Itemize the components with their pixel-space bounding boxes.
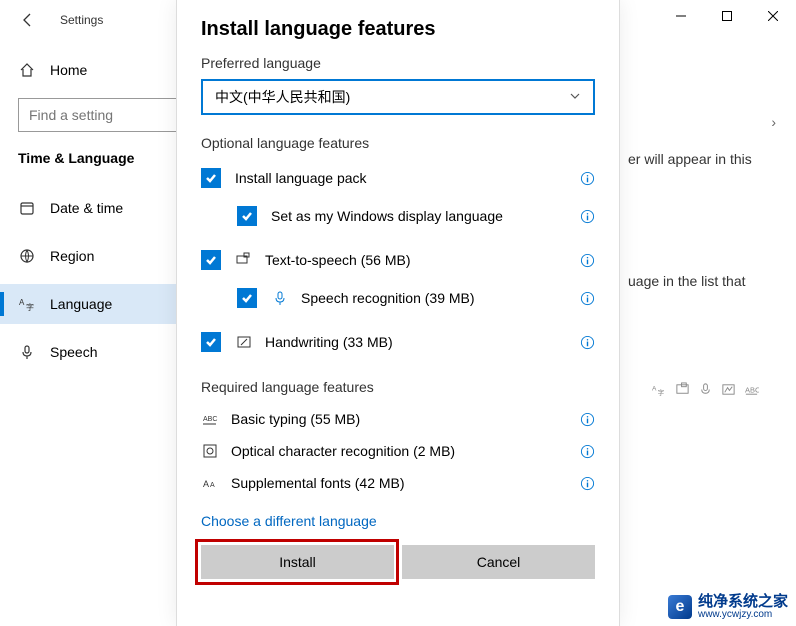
back-button[interactable]	[16, 8, 40, 32]
watermark-url: www.ycwjzy.com	[698, 609, 788, 620]
required-label: Optical character recognition (2 MB)	[231, 443, 455, 459]
required-row-fonts: AA Supplemental fonts (42 MB)	[201, 467, 595, 499]
required-features-header: Required language features	[201, 379, 595, 395]
handwriting-icon	[235, 333, 253, 351]
nav-label: Home	[50, 62, 87, 78]
backdrop-expand-icon: ›	[771, 114, 776, 130]
watermark-logo-icon: e	[668, 595, 692, 619]
info-icon[interactable]	[579, 170, 595, 186]
preferred-language-label: Preferred language	[201, 55, 595, 71]
tts-icon	[235, 251, 253, 269]
clock-icon	[18, 199, 36, 217]
svg-text:ABC: ABC	[745, 385, 759, 394]
dialog-title: Install language features	[201, 18, 595, 41]
svg-text:A: A	[19, 298, 25, 307]
svg-text:A: A	[210, 482, 215, 489]
info-icon[interactable]	[579, 475, 595, 491]
svg-text:A: A	[652, 385, 657, 392]
preferred-language-dropdown[interactable]: 中文(中华人民共和国)	[201, 79, 595, 115]
feature-row-handwriting: Handwriting (33 MB)	[201, 323, 595, 361]
feature-row-speech-recognition: Speech recognition (39 MB)	[201, 279, 595, 317]
checkbox-speech-recognition[interactable]	[237, 288, 257, 308]
fonts-icon: AA	[201, 474, 219, 492]
checkbox-language-pack[interactable]	[201, 168, 221, 188]
feature-label: Install language pack	[235, 170, 367, 186]
microphone-icon	[271, 289, 289, 307]
feature-label: Speech recognition (39 MB)	[301, 290, 475, 306]
watermark-name: 纯净系统之家	[698, 594, 788, 609]
optional-features-header: Optional language features	[201, 135, 595, 151]
ocr-icon	[201, 442, 219, 460]
nav-label: Speech	[50, 344, 97, 360]
feature-row-language-pack: Install language pack	[201, 159, 595, 197]
install-button[interactable]: Install	[201, 545, 394, 579]
feature-label: Handwriting (33 MB)	[265, 334, 393, 350]
feature-icon-strip: A字 ABC	[652, 382, 759, 397]
nav-label: Language	[50, 296, 112, 312]
checkbox-tts[interactable]	[201, 250, 221, 270]
info-icon[interactable]	[579, 208, 595, 224]
required-label: Supplemental fonts (42 MB)	[231, 475, 405, 491]
svg-text:字: 字	[658, 388, 665, 397]
feature-label: Set as my Windows display language	[271, 208, 503, 224]
feature-row-display-language: Set as my Windows display language	[201, 197, 595, 235]
info-icon[interactable]	[579, 290, 595, 306]
info-icon[interactable]	[579, 411, 595, 427]
close-button[interactable]	[750, 0, 796, 32]
info-icon[interactable]	[579, 252, 595, 268]
feature-row-tts: Text-to-speech (56 MB)	[201, 241, 595, 279]
required-row-basic-typing: ABC Basic typing (55 MB)	[201, 403, 595, 435]
feature-label: Text-to-speech (56 MB)	[265, 252, 411, 268]
language-icon: A字	[18, 295, 36, 313]
home-icon	[18, 61, 36, 79]
svg-text:字: 字	[26, 302, 34, 312]
choose-different-language-link[interactable]: Choose a different language	[201, 513, 595, 529]
minimize-button[interactable]	[658, 0, 704, 32]
info-icon[interactable]	[579, 334, 595, 350]
required-row-ocr: Optical character recognition (2 MB)	[201, 435, 595, 467]
globe-icon	[18, 247, 36, 265]
svg-text:A: A	[203, 479, 209, 489]
cancel-button[interactable]: Cancel	[402, 545, 595, 579]
checkbox-handwriting[interactable]	[201, 332, 221, 352]
backdrop-text: uage in the list that	[628, 272, 788, 292]
keyboard-icon: ABC	[201, 410, 219, 428]
maximize-button[interactable]	[704, 0, 750, 32]
watermark: e 纯净系统之家 www.ycwjzy.com	[668, 594, 788, 620]
install-language-dialog: Install language features Preferred lang…	[176, 0, 620, 626]
required-label: Basic typing (55 MB)	[231, 411, 360, 427]
window-title: Settings	[60, 13, 103, 27]
dropdown-value: 中文(中华人民共和国)	[215, 87, 350, 107]
nav-label: Date & time	[50, 200, 123, 216]
backdrop-text: er will appear in this	[628, 150, 788, 170]
microphone-icon	[18, 343, 36, 361]
checkbox-display-language[interactable]	[237, 206, 257, 226]
nav-label: Region	[50, 248, 94, 264]
svg-text:ABC: ABC	[203, 416, 217, 423]
chevron-down-icon	[569, 89, 581, 105]
info-icon[interactable]	[579, 443, 595, 459]
